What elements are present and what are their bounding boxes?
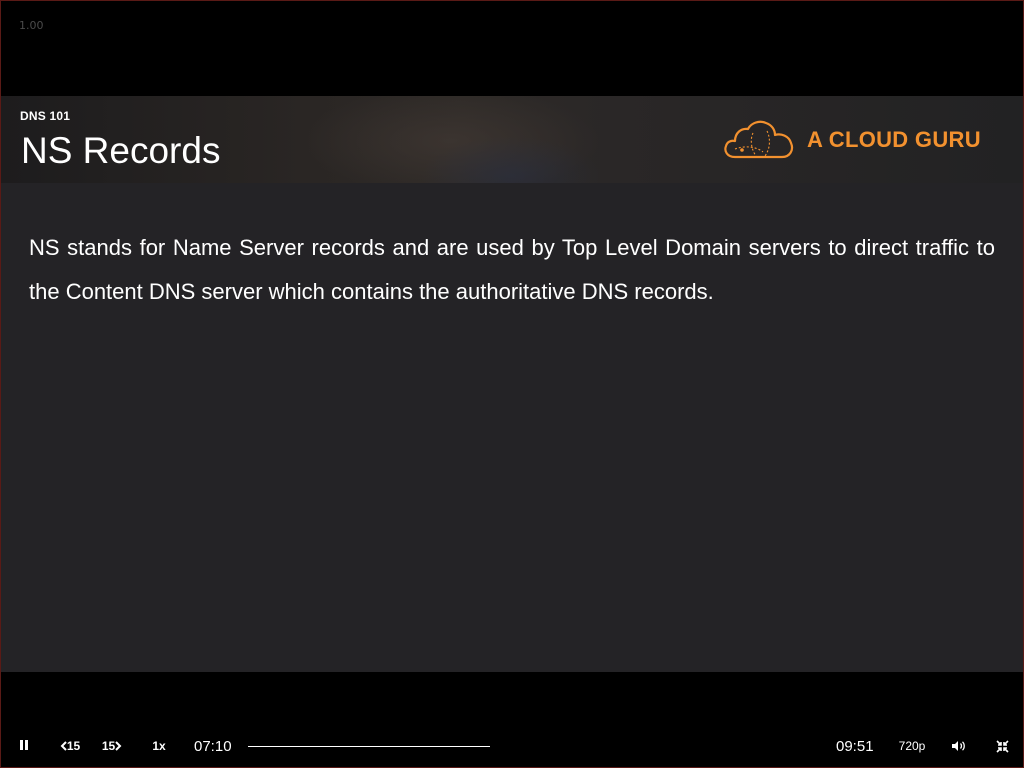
elapsed-time: 07:10 <box>194 737 232 755</box>
forward-icon <box>115 741 122 751</box>
cloud-logo-icon <box>724 120 794 159</box>
volume-icon <box>951 741 965 751</box>
rewind-label: 15 <box>66 739 81 753</box>
video-player[interactable]: 1.00 DNS 101 NS Records A CLOUD GURU NS … <box>0 0 1024 768</box>
pause-icon <box>19 737 29 755</box>
progress-fill <box>248 746 490 747</box>
quality-button[interactable]: 720p <box>897 729 927 763</box>
player-controls: 15 15 1x 07:10 09:51 720p <box>1 729 1023 763</box>
speed-readout: 1.00 <box>19 19 44 32</box>
forward-label: 15 <box>101 739 116 753</box>
exit-fullscreen-icon <box>995 739 1009 753</box>
exit-fullscreen-button[interactable] <box>993 729 1011 763</box>
duration-time: 09:51 <box>836 737 874 755</box>
forward-15-button[interactable]: 15 <box>99 729 125 763</box>
volume-button[interactable] <box>948 729 968 763</box>
video-slide: DNS 101 NS Records A CLOUD GURU NS stand… <box>1 96 1023 672</box>
slide-title: NS Records <box>21 130 221 171</box>
rewind-15-button[interactable]: 15 <box>57 729 83 763</box>
course-label: DNS 101 <box>20 109 71 123</box>
progress-bar[interactable] <box>248 746 490 747</box>
slide-body-text: NS stands for Name Server records and ar… <box>29 235 995 304</box>
pause-button[interactable] <box>15 729 33 763</box>
brand-name: A CLOUD GURU <box>807 127 981 152</box>
slide-header: DNS 101 NS Records A CLOUD GURU <box>1 96 1023 183</box>
brand-logo: A CLOUD GURU <box>723 118 981 162</box>
rewind-icon <box>60 741 67 751</box>
playback-rate-button[interactable]: 1x <box>149 729 169 763</box>
